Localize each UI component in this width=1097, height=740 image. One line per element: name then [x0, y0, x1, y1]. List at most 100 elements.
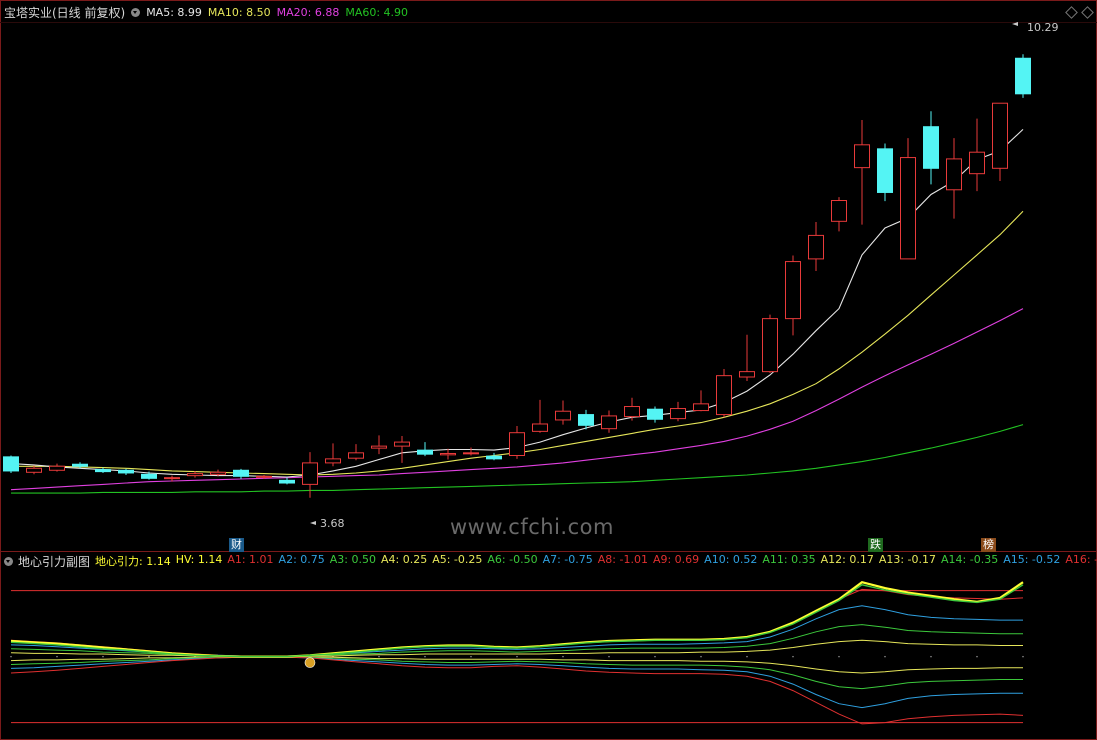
candle-body-up	[440, 453, 456, 456]
event-marker-finance[interactable]: 财	[229, 538, 244, 552]
indicator-value-6: A5: -0.25	[432, 553, 483, 566]
indicator-dot	[792, 655, 794, 658]
indicator-values: 地心引力: 1.14 HV: 1.14 A1: 1.01 A2: 0.75 A3: 0.…	[95, 553, 1097, 569]
dropdown-icon[interactable]	[131, 7, 141, 17]
stock-title[interactable]: 宝塔实业(日线 前复权)	[4, 4, 125, 21]
indicator-dot	[516, 655, 518, 658]
indicator-value-0: 地心引力: 1.14	[95, 555, 171, 568]
indicator-dot	[470, 655, 472, 658]
candle-body-up	[992, 102, 1008, 169]
indicator-dot	[148, 655, 150, 658]
candle-body-up	[762, 318, 778, 373]
indicator-value-14: A13: -0.17	[878, 553, 937, 566]
candle-body-down	[279, 479, 295, 484]
candle-body-up	[670, 408, 686, 420]
low-marker-icon	[310, 521, 316, 525]
candle-body-up	[371, 445, 387, 449]
candle-body-down	[118, 469, 134, 474]
candle-body-up	[325, 458, 341, 464]
indicator-line	[10, 584, 1024, 658]
candle-body-up	[210, 471, 226, 475]
indicator-value-1: HV: 1.14	[175, 553, 223, 566]
indicator-dot	[976, 655, 978, 658]
candle-body-up	[601, 415, 617, 430]
indicator-line	[10, 581, 1024, 658]
ma20-line	[10, 308, 1024, 491]
indicator-dot	[56, 655, 58, 658]
indicator-title[interactable]: 地心引力副图	[18, 553, 90, 570]
indicator-value-17: A16: -0.69	[1065, 553, 1097, 566]
candle-body-up	[624, 406, 640, 418]
indicator-dot	[608, 655, 610, 658]
indicator-dot	[654, 655, 656, 658]
event-marker-drop[interactable]: 跌	[868, 538, 883, 552]
candle-body-down	[141, 473, 157, 479]
ma5-line	[10, 128, 1024, 478]
indicator-value-4: A3: 0.50	[329, 553, 376, 566]
indicator-value-9: A8: -1.01	[597, 553, 648, 566]
indicator-dot	[10, 655, 12, 658]
event-marker-rank[interactable]: 榜	[981, 538, 996, 552]
ma10-label: MA10: 8.50	[207, 5, 271, 19]
indicator-value-15: A14: -0.35	[941, 553, 999, 566]
candle-body-up	[509, 432, 525, 457]
ma60-label: MA60: 4.90	[345, 5, 409, 19]
indicator-dot	[930, 655, 932, 658]
indicator-dot	[424, 655, 426, 658]
indicator-dot	[746, 655, 748, 658]
indicator-dot	[562, 655, 564, 658]
indicator-line	[10, 656, 1024, 725]
candle-body-up	[532, 423, 548, 432]
indicator-value-10: A9: 0.69	[652, 553, 700, 566]
candle-body-down	[578, 414, 594, 426]
candle-body-up	[854, 144, 870, 169]
indicator-value-8: A7: -0.75	[542, 553, 593, 566]
candle-body-down	[647, 408, 663, 420]
candle-body-up	[256, 475, 272, 478]
candle-body-up	[49, 465, 65, 471]
candle-body-up	[969, 151, 985, 175]
candle-body-up	[716, 375, 732, 416]
candle-body-up	[348, 452, 364, 459]
candle-body-down	[486, 455, 502, 460]
indicator-dot	[378, 655, 380, 658]
candle-body-up	[739, 371, 755, 378]
indicator-dot	[838, 655, 840, 658]
candle-body-up	[555, 410, 571, 421]
indicator-value-16: A15: -0.52	[1003, 553, 1061, 566]
candle-body-up	[946, 158, 962, 191]
candle-body-down	[233, 469, 249, 477]
indicator-dot	[102, 655, 104, 658]
candle-body-up	[302, 462, 318, 485]
indicator-value-5: A4: 0.25	[380, 553, 428, 566]
candle-body-up	[26, 467, 42, 473]
candle-body-up	[463, 452, 479, 455]
indicator-value-3: A2: 0.75	[278, 553, 325, 566]
indicator-dropdown-icon[interactable]	[4, 556, 13, 566]
watermark: www.cfchi.com	[450, 515, 614, 539]
chart-border	[0, 0, 1097, 740]
candle-body-down	[1015, 57, 1031, 95]
candle-body-up	[808, 234, 824, 260]
indicator-legend: 地心引力副图 地心引力: 1.14 HV: 1.14 A1: 1.01 A2: 0.7…	[4, 553, 1097, 569]
indicator-value-2: A1: 1.01	[227, 553, 274, 566]
indicator-line	[10, 588, 1024, 657]
indicator-value-12: A11: 0.35	[762, 553, 816, 566]
candle-body-up	[900, 157, 916, 260]
low-price-label: 3.68	[320, 517, 345, 530]
main-legend: 宝塔实业(日线 前复权) MA5: 8.99 MA10: 8.50 MA20: …	[4, 4, 408, 20]
coin-icon	[304, 657, 316, 668]
candle-body-up	[831, 200, 847, 222]
indicator-dot	[1022, 655, 1024, 658]
high-price-label: 10.29	[1027, 21, 1059, 34]
indicator-value-13: A12: 0.17	[820, 553, 874, 566]
candle-body-up	[394, 441, 410, 447]
chart-window: 宝塔实业(日线 前复权) MA5: 8.99 MA10: 8.50 MA20: …	[0, 0, 1097, 740]
candle-body-down	[417, 449, 433, 455]
indicator-value-7: A6: -0.50	[487, 553, 538, 566]
candle-body-down	[95, 469, 111, 473]
ma5-label: MA5: 8.99	[146, 5, 202, 19]
candle-body-down	[72, 463, 88, 467]
indicator-value-11: A10: 0.52	[704, 553, 758, 566]
kline-chart[interactable]	[0, 0, 1097, 740]
